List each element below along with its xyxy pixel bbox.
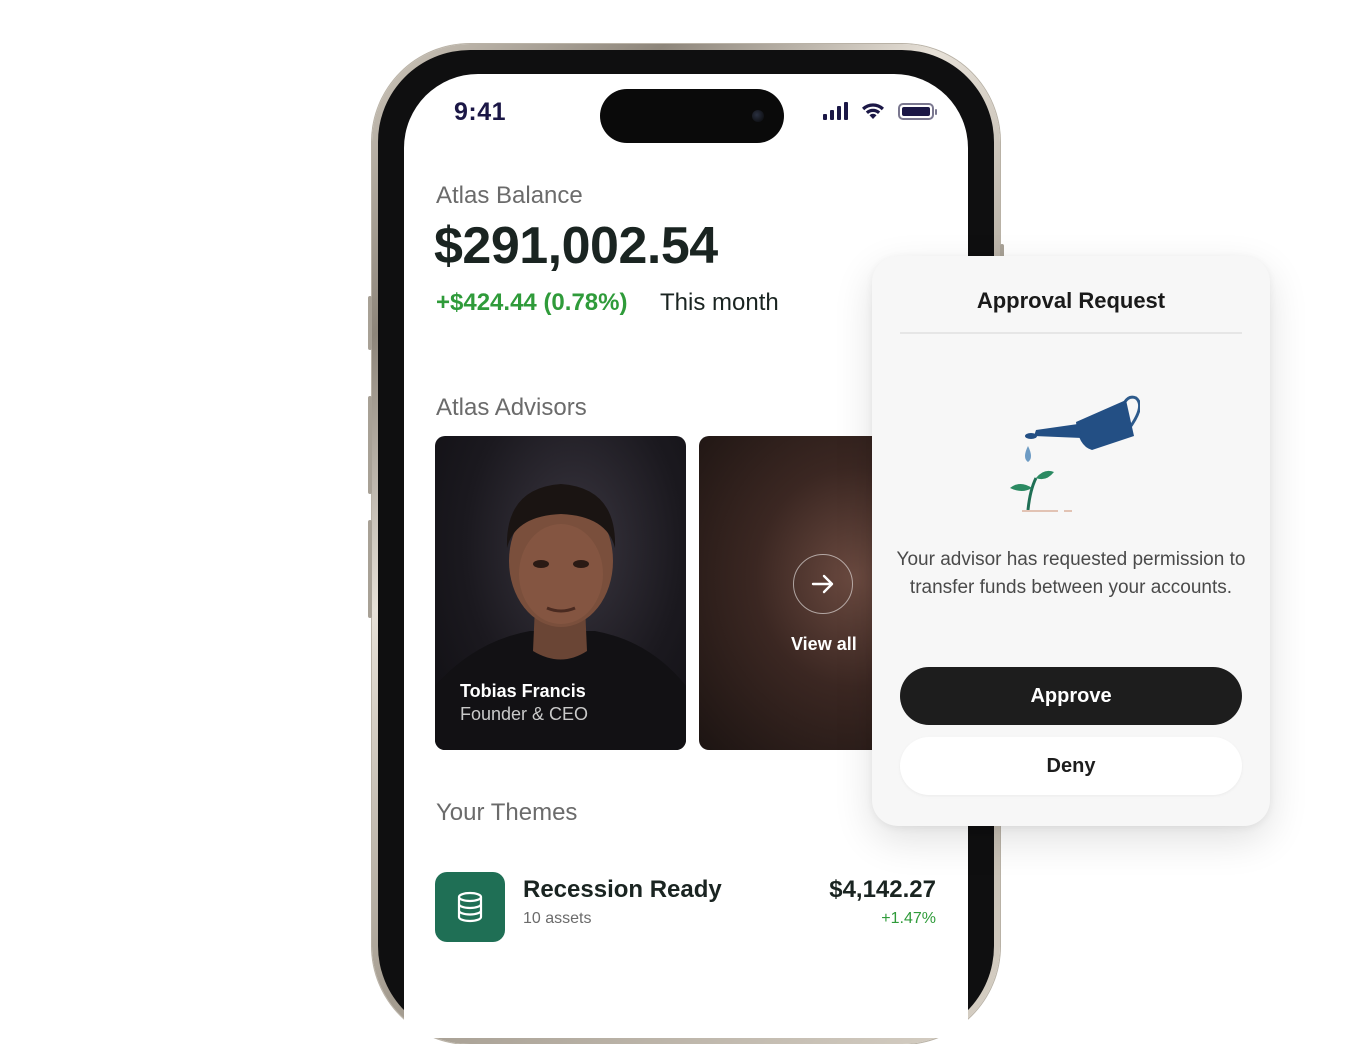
approve-button[interactable]: Approve: [900, 667, 1242, 725]
advisor-role: Founder & CEO: [460, 704, 589, 724]
watering-can-plant-illustration: [1010, 395, 1140, 512]
theme-subtitle: 10 assets: [523, 910, 592, 927]
wifi-icon: [862, 103, 884, 119]
theme-value: $4,142.27: [829, 876, 936, 903]
action-button: [368, 296, 372, 350]
database-icon: [435, 872, 505, 942]
balance-value: $291,002.54: [434, 217, 718, 275]
advisor-name: Tobias Francis: [460, 681, 586, 701]
dynamic-island: [600, 89, 784, 143]
balance-period: This month: [660, 289, 779, 316]
volume-up-button: [368, 396, 372, 494]
view-all-label: View all: [791, 634, 857, 654]
themes-section-title: Your Themes: [436, 799, 578, 826]
status-time: 9:41: [454, 98, 507, 126]
advisor-card[interactable]: Tobias Francis Founder & CEO: [435, 436, 686, 750]
volume-down-button: [368, 520, 372, 618]
status-icons: [823, 102, 937, 120]
deny-button[interactable]: Deny: [900, 737, 1242, 795]
front-camera: [752, 110, 764, 122]
approval-message: Your advisor has requested permission to…: [896, 549, 1246, 598]
balance-change: +$424.44 (0.78%): [436, 289, 628, 316]
theme-name[interactable]: Recession Ready: [523, 876, 722, 904]
advisor-portrait: [435, 484, 686, 750]
arrow-right-icon: [793, 554, 853, 614]
battery-icon: [898, 102, 937, 120]
approval-title: Approval Request: [976, 288, 1166, 313]
approval-request-card: Approval Request Your advisor has reques…: [872, 256, 1270, 826]
divider: [900, 332, 1242, 334]
cellular-signal-icon: [823, 102, 848, 120]
advisors-section-title: Atlas Advisors: [436, 394, 587, 421]
theme-change: +1.47%: [881, 910, 936, 927]
balance-label: Atlas Balance: [436, 182, 583, 209]
